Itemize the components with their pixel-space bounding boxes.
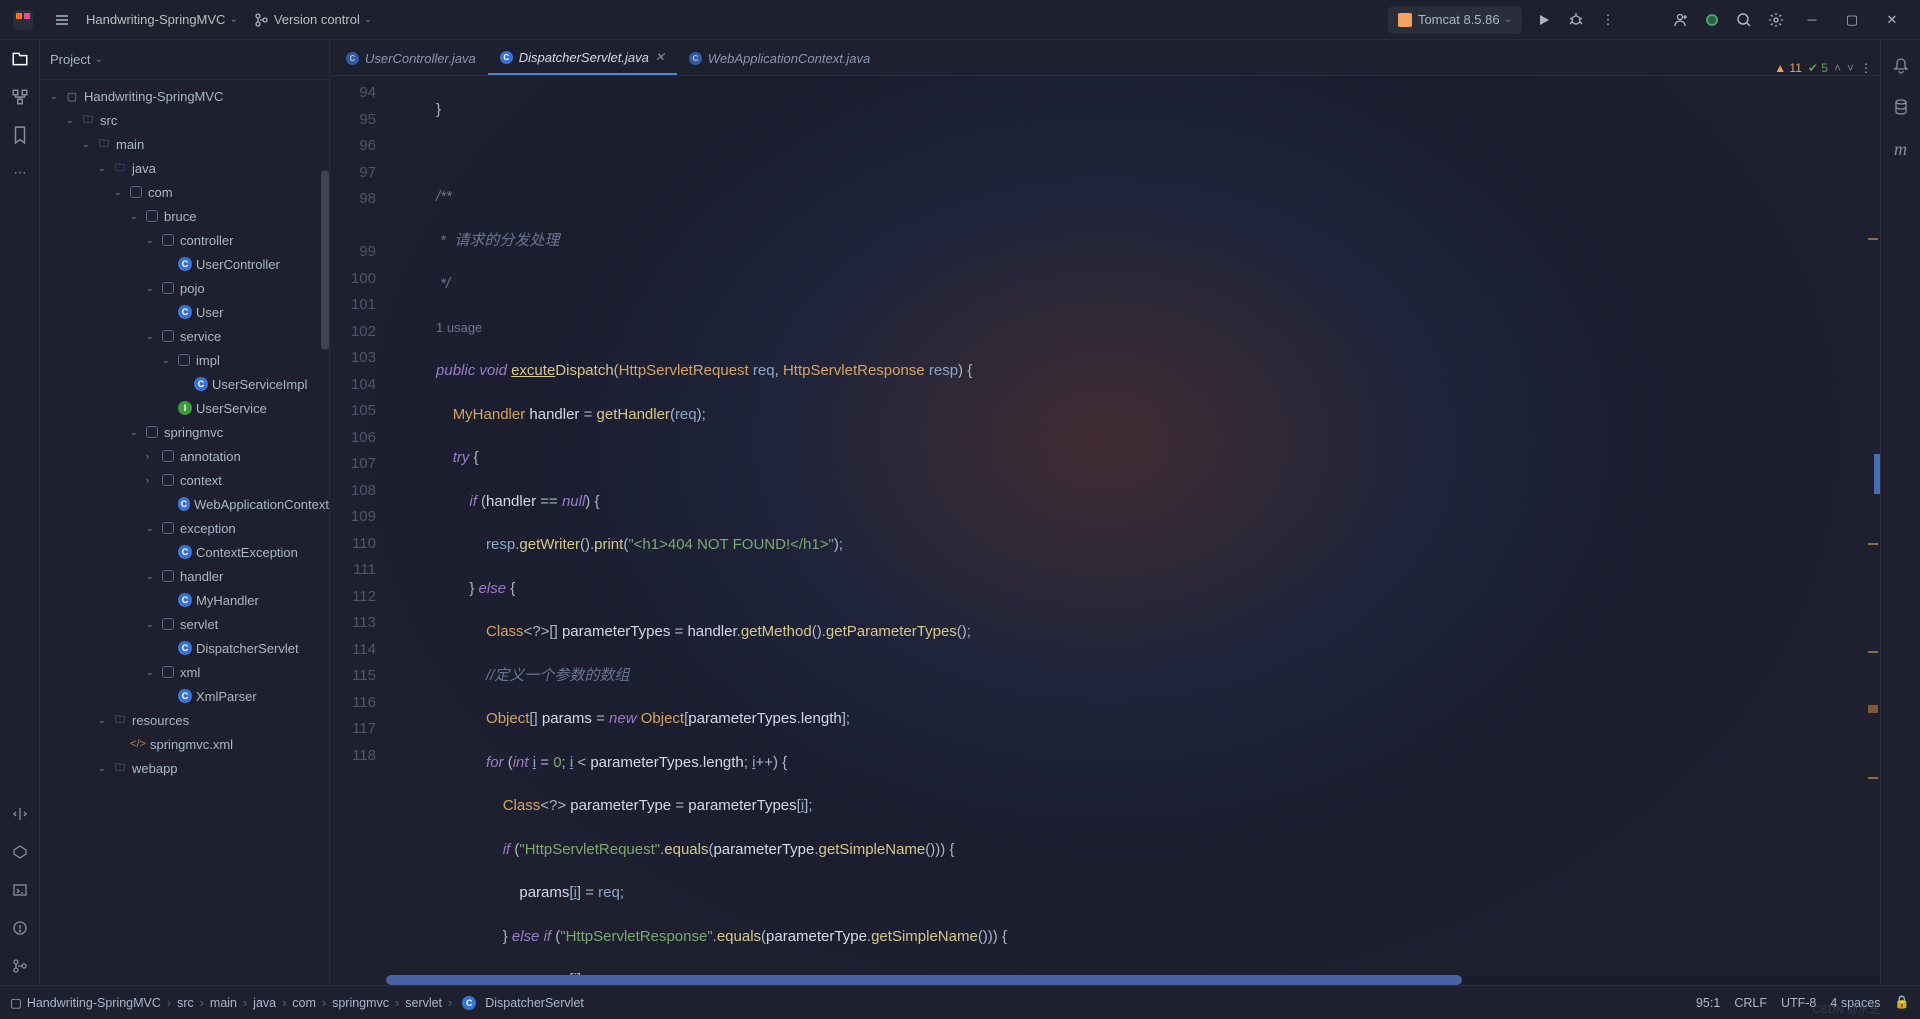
tree-webapp[interactable]: ⌄🗀webapp [40,756,329,780]
right-sidebar: m [1880,40,1920,985]
readonly-icon[interactable]: 🔒 [1894,995,1910,1010]
tree-root[interactable]: ⌄▢Handwriting-SpringMVC [40,84,329,108]
encoding[interactable]: UTF-8 [1781,996,1816,1010]
vcs-selector[interactable]: Version control⌄ [246,4,380,36]
tree-webappcontext[interactable]: CWebApplicationContext [40,492,329,516]
watermark: CSDN @水芝 [1813,1001,1880,1017]
tree-src[interactable]: ⌄🗀src [40,108,329,132]
run-button[interactable] [1528,4,1560,36]
tree-exception[interactable]: ⌄exception [40,516,329,540]
breadcrumb-item[interactable]: main [210,996,237,1010]
services-tool-icon[interactable] [0,833,40,871]
tree-usercontroller[interactable]: CUserController [40,252,329,276]
more-actions-icon[interactable]: ⋮ [1592,4,1624,36]
line-ending[interactable]: CRLF [1734,996,1767,1010]
tab-usercontroller[interactable]: CUserController.java [334,41,488,75]
project-scrollbar[interactable] [321,80,329,985]
breadcrumb-item[interactable]: java [253,996,276,1010]
editor-tabs: CUserController.java CDispatcherServlet.… [330,40,1880,76]
tree-dispatcherservlet[interactable]: CDispatcherServlet [40,636,329,660]
breadcrumb-item[interactable]: springmvc [332,996,389,1010]
tree-userserviceimpl[interactable]: CUserServiceImpl [40,372,329,396]
editor-inspection-widget[interactable]: ▲ 11 ✔︎ 5 ˄˅ ⋮ [1774,61,1872,75]
project-selector[interactable]: Handwriting-SpringMVC⌄ [78,4,246,36]
tab-more-icon[interactable]: ⋮ [1860,61,1872,75]
debug-button[interactable] [1560,4,1592,36]
editor-area: CUserController.java CDispatcherServlet.… [330,40,1880,985]
database-tool-icon[interactable] [1881,88,1920,126]
horizontal-scrollbar[interactable] [386,975,1880,985]
error-stripe[interactable] [1866,76,1880,975]
titlebar: Handwriting-SpringMVC⌄ Version control⌄ … [0,0,1920,40]
terminal-tool-icon[interactable] [0,871,40,909]
problems-tool-icon[interactable] [0,909,40,947]
git-tool-icon[interactable] [0,947,40,985]
tree-springmvcxml[interactable]: </>springmvc.xml [40,732,329,756]
tomcat-icon [1398,13,1412,27]
account-icon[interactable] [1696,4,1728,36]
bookmarks-tool-icon[interactable] [0,116,40,154]
tree-annotation[interactable]: ›annotation [40,444,329,468]
project-tree[interactable]: ⌄▢Handwriting-SpringMVC ⌄🗀src ⌄🗀main ⌄🗀j… [40,80,329,985]
search-icon[interactable] [1728,4,1760,36]
statusbar: ▢ Handwriting-SpringMVC› src› main› java… [0,985,1920,1019]
tab-dispatcherservlet[interactable]: CDispatcherServlet.java✕ [488,41,677,75]
tree-contextexception[interactable]: CContextException [40,540,329,564]
tree-xmlparser[interactable]: CXmlParser [40,684,329,708]
tree-xml[interactable]: ⌄xml [40,660,329,684]
panel-title: Project [50,52,90,67]
tree-com[interactable]: ⌄com [40,180,329,204]
tree-servlet[interactable]: ⌄servlet [40,612,329,636]
close-icon[interactable]: ✕ [655,50,665,64]
tree-main[interactable]: ⌄🗀main [40,132,329,156]
project-tool-icon[interactable] [0,40,40,78]
breadcrumb-item[interactable]: servlet [405,996,442,1010]
settings-icon[interactable] [1760,4,1792,36]
window-close-button[interactable]: ✕ [1872,4,1912,36]
breadcrumb-item[interactable]: C DispatcherServlet [458,996,584,1010]
code-content[interactable]: } /** * 请求的分发处理 */ 1 usage public void e… [386,76,1880,985]
run-config-selector[interactable]: Tomcat 8.5.86⌄ [1388,6,1522,34]
gutter: 9495969798991001011021031041051061071081… [330,76,386,985]
tree-user[interactable]: CUser [40,300,329,324]
ide-logo [12,9,34,31]
breadcrumb-item[interactable]: src [177,996,194,1010]
build-tool-icon[interactable] [0,795,40,833]
tree-service[interactable]: ⌄service [40,324,329,348]
breadcrumb-root[interactable]: ▢ Handwriting-SpringMVC [10,995,161,1010]
notifications-icon[interactable] [1881,46,1920,84]
cursor-position[interactable]: 95:1 [1696,996,1720,1010]
tree-java[interactable]: ⌄🗀java [40,156,329,180]
tree-springmvc[interactable]: ⌄springmvc [40,420,329,444]
project-panel: Project⌄ ⌄▢Handwriting-SpringMVC ⌄🗀src ⌄… [40,40,330,985]
maven-tool-icon[interactable]: m [1881,130,1920,168]
structure-tool-icon[interactable] [0,78,40,116]
main-menu-icon[interactable] [46,4,78,36]
more-tools-icon[interactable]: ⋯ [0,154,40,192]
code-editor[interactable]: 9495969798991001011021031041051061071081… [330,76,1880,985]
left-sidebar: ⋯ [0,40,40,985]
tree-resources[interactable]: ⌄🗀resources [40,708,329,732]
tree-myhandler[interactable]: CMyHandler [40,588,329,612]
code-with-me-icon[interactable] [1664,4,1696,36]
tree-handler[interactable]: ⌄handler [40,564,329,588]
breadcrumb-item[interactable]: com [292,996,316,1010]
tree-context[interactable]: ›context [40,468,329,492]
tree-pojo[interactable]: ⌄pojo [40,276,329,300]
tree-bruce[interactable]: ⌄bruce [40,204,329,228]
tree-userservice[interactable]: IUserService [40,396,329,420]
window-maximize-button[interactable]: ▢ [1832,4,1872,36]
tree-controller[interactable]: ⌄controller [40,228,329,252]
tree-impl[interactable]: ⌄impl [40,348,329,372]
window-minimize-button[interactable]: ─ [1792,4,1832,36]
project-panel-header: Project⌄ [40,40,329,80]
tab-webappcontext[interactable]: CWebApplicationContext.java [677,41,882,75]
